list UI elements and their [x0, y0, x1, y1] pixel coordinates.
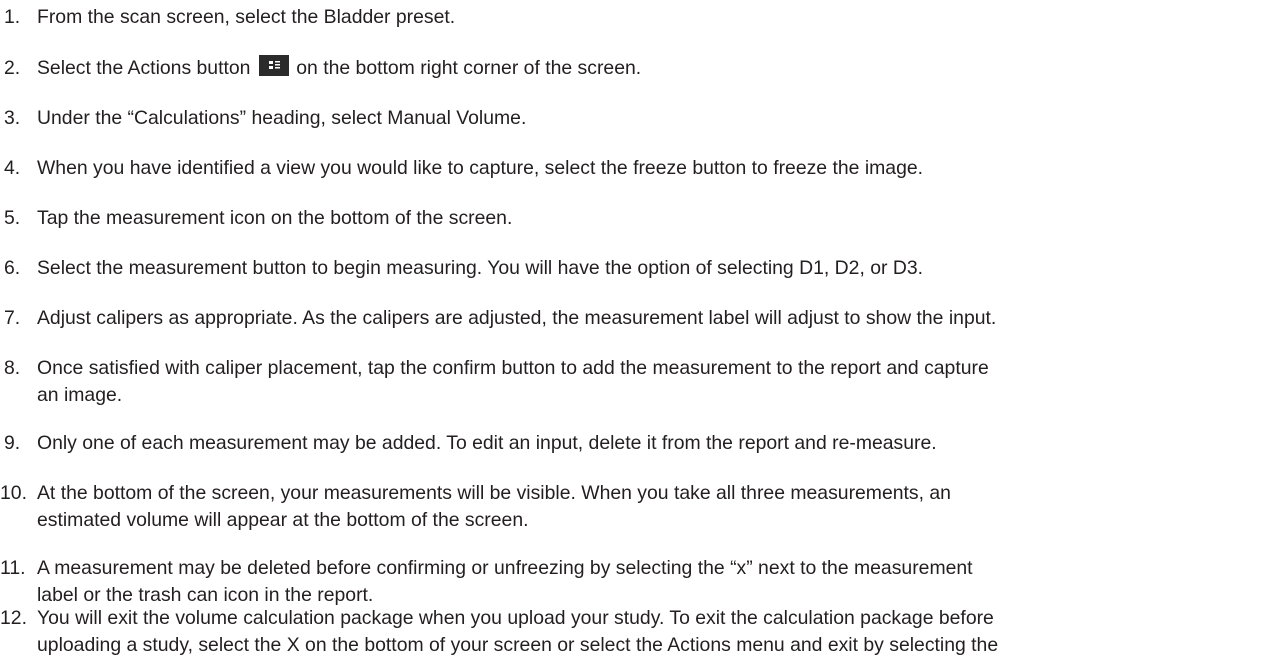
- step-text-line: Select the Actions button on the bottom …: [37, 55, 641, 82]
- step-text: Adjust calipers as appropriate. As the c…: [37, 305, 996, 332]
- step-number: 8.: [4, 357, 21, 379]
- step-text-line: estimated volume will appear at the bott…: [37, 509, 529, 531]
- step-text-line: Under the “Calculations” heading, select…: [37, 107, 527, 129]
- step-text-before-icon: Select the Actions button: [37, 57, 251, 79]
- step-number: 10.: [0, 482, 27, 504]
- step-number: 9.: [4, 432, 21, 454]
- step-text: Tap the measurement icon on the bottom o…: [37, 205, 512, 232]
- step-text: Once satisfied with caliper placement, t…: [37, 355, 989, 409]
- step-text: A measurement may be deleted before conf…: [37, 555, 973, 609]
- step-text: You will exit the volume calculation pac…: [37, 605, 998, 659]
- step-text: Only one of each measurement may be adde…: [37, 430, 937, 457]
- step-text-line: At the bottom of the screen, your measur…: [37, 482, 951, 504]
- step-text-line: When you have identified a view you woul…: [37, 157, 924, 179]
- step-text-line: uploading a study, select the X on the b…: [37, 634, 999, 656]
- step-text: Under the “Calculations” heading, select…: [37, 105, 526, 132]
- step-text: Select the measurement button to begin m…: [37, 255, 923, 282]
- step-text-line: Select the measurement button to begin m…: [37, 257, 924, 279]
- step-text-line: A measurement may be deleted before conf…: [37, 557, 973, 579]
- step-text-line: You will exit the volume calculation pac…: [37, 607, 994, 629]
- step-text-after-icon: on the bottom right corner of the screen…: [296, 57, 642, 79]
- step-text: When you have identified a view you woul…: [37, 155, 923, 182]
- step-text-line: From the scan screen, select the Bladder…: [37, 6, 456, 28]
- step-text-line: an image.: [37, 384, 123, 406]
- step-number: 7.: [4, 307, 21, 329]
- step-text-line: Adjust calipers as appropriate. As the c…: [37, 307, 997, 329]
- step-number: 1.: [4, 6, 21, 28]
- step-text-line: Tap the measurement icon on the bottom o…: [37, 207, 513, 229]
- step-number: 4.: [4, 157, 21, 179]
- actions-menu-icon: [258, 55, 289, 76]
- step-number: 5.: [4, 207, 21, 229]
- step-number: 11.: [0, 557, 26, 579]
- step-number: 6.: [4, 257, 21, 279]
- step-text: At the bottom of the screen, your measur…: [37, 480, 951, 534]
- step-number: 3.: [4, 107, 21, 129]
- step-number: 2.: [4, 57, 21, 79]
- step-text: From the scan screen, select the Bladder…: [37, 4, 455, 31]
- step-text: Select the Actions button on the bottom …: [37, 55, 641, 82]
- step-text-line: Once satisfied with caliper placement, t…: [37, 357, 989, 379]
- step-number: 12.: [0, 607, 27, 629]
- step-text-line: Only one of each measurement may be adde…: [37, 432, 937, 454]
